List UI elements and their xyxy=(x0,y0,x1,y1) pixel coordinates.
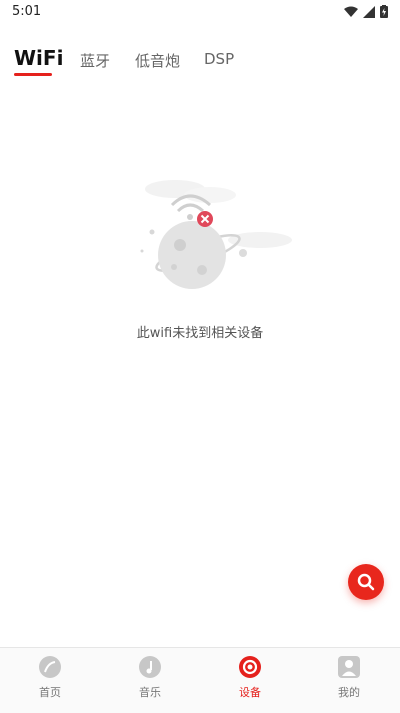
search-fab-button[interactable] xyxy=(348,564,384,600)
nav-label-home: 首页 xyxy=(39,686,61,699)
cell-signal-icon xyxy=(363,5,375,18)
search-icon xyxy=(357,573,375,591)
nav-item-music[interactable]: 音乐 xyxy=(115,656,185,700)
wifi-signal-icon xyxy=(344,6,358,17)
nav-label-music: 音乐 xyxy=(139,686,161,699)
active-tab-indicator xyxy=(14,73,52,76)
tab-bluetooth[interactable]: 蓝牙 xyxy=(80,50,110,71)
tab-wifi[interactable]: WiFi xyxy=(14,46,63,70)
device-icon xyxy=(239,656,261,678)
nav-item-device[interactable]: 设备 xyxy=(215,656,285,700)
nav-item-home[interactable]: 首页 xyxy=(15,656,85,700)
tab-subwoofer[interactable]: 低音炮 xyxy=(135,50,180,71)
music-icon xyxy=(139,656,161,678)
bottom-nav: 首页 音乐 设备 我的 xyxy=(0,647,400,713)
status-time: 5:01 xyxy=(12,4,42,19)
nav-label-profile: 我的 xyxy=(338,686,360,699)
home-icon xyxy=(39,656,61,678)
battery-icon xyxy=(380,5,388,18)
profile-icon xyxy=(338,656,360,678)
status-bar: 5:01 xyxy=(0,0,400,24)
tab-dsp[interactable]: DSP xyxy=(204,50,234,68)
top-tabs: WiFi 蓝牙 低音炮 DSP xyxy=(0,44,400,84)
no-device-illustration xyxy=(130,175,300,295)
status-icons xyxy=(344,5,388,18)
planet-wifi-off-icon xyxy=(140,180,292,289)
empty-state-message: 此wifi未找到相关设备 xyxy=(136,326,264,341)
nav-item-profile[interactable]: 我的 xyxy=(314,656,384,700)
nav-label-device: 设备 xyxy=(239,686,261,699)
